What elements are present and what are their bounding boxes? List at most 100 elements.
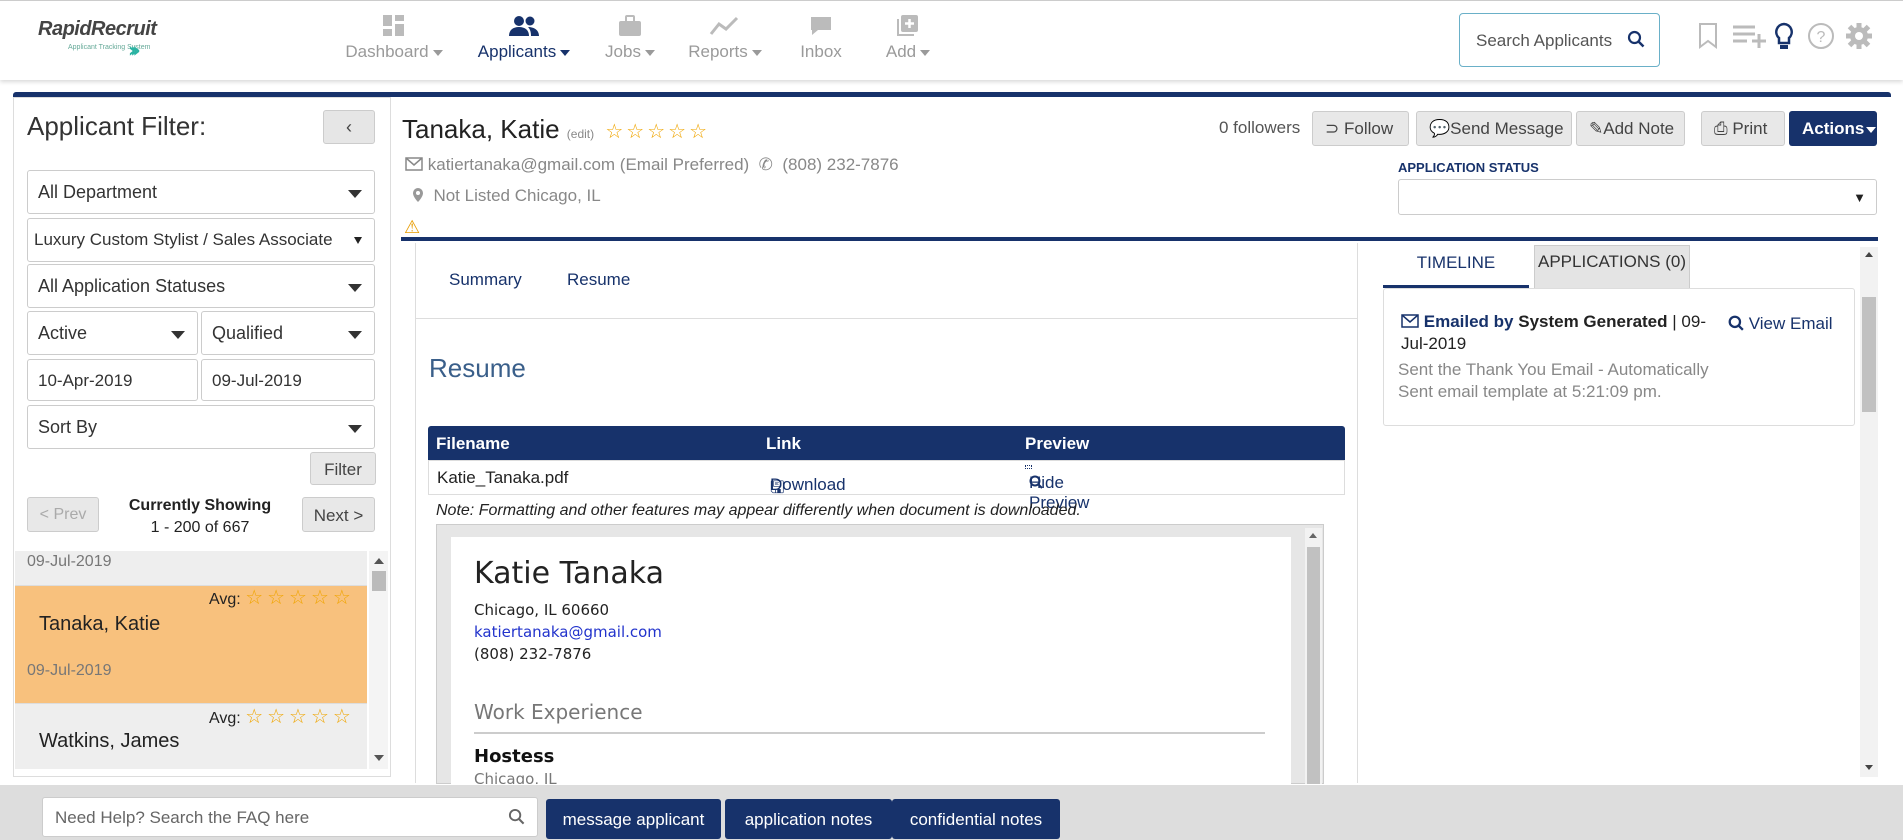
applicant-header: Tanaka, Katie (edit) ☆☆☆☆☆ — [402, 114, 710, 145]
star-rating[interactable]: ☆☆☆☆☆ — [245, 587, 355, 609]
logo-chevrons-icon: ››› — [128, 38, 141, 62]
list-item[interactable]: Avg: ☆☆☆☆☆ Watkins, James — [15, 705, 367, 769]
map-marker-icon — [412, 186, 424, 205]
nav-inbox-label: Inbox — [800, 42, 842, 61]
application-notes-button[interactable]: application notes — [725, 799, 892, 839]
comments-icon: 💬 — [1429, 119, 1451, 138]
message-applicant-button[interactable]: message applicant — [546, 799, 721, 839]
edit-name-link[interactable]: (edit) — [567, 127, 594, 141]
hide-preview-link[interactable]: Hide Preview — [1025, 465, 1089, 512]
job-select[interactable]: Luxury Custom Stylist / Sales Associate — [27, 218, 375, 262]
cv-name: Katie Tanaka — [474, 556, 664, 591]
next-page-button[interactable]: Next > — [302, 497, 375, 532]
tab-summary[interactable]: Summary — [449, 270, 522, 290]
preview-scrollbar[interactable] — [1305, 528, 1322, 784]
nav-jobs-label: Jobs — [605, 42, 641, 61]
nav-inbox[interactable]: Inbox — [797, 14, 845, 68]
printer-icon: ⎙ — [1714, 119, 1728, 138]
cv-city: Chicago, IL 60660 — [474, 601, 610, 619]
nav-dashboard[interactable]: Dashboard — [344, 14, 444, 68]
cv-section-heading: Work Experience — [474, 700, 643, 724]
search-icon[interactable] — [1627, 30, 1645, 53]
applicant-name: Watkins, James — [39, 730, 180, 752]
search-icon — [1728, 314, 1744, 333]
date-to-input[interactable]: 09-Jul-2019 — [201, 359, 375, 401]
prev-page-button[interactable]: < Prev — [27, 497, 99, 532]
job-value: Luxury Custom Stylist / Sales Associate — [34, 230, 333, 249]
faq-search-input[interactable]: Need Help? Search the FAQ here — [42, 797, 538, 837]
header-divider — [401, 237, 1878, 241]
view-email-link[interactable]: View Email — [1728, 314, 1833, 334]
nav-applicants[interactable]: Applicants — [474, 14, 574, 68]
department-select[interactable]: All Department — [27, 170, 375, 214]
sort-value: Sort By — [38, 417, 98, 437]
follow-button[interactable]: ⊃ Follow — [1312, 111, 1409, 146]
search-applicants-input[interactable]: Search Applicants — [1459, 13, 1660, 67]
star-rating[interactable]: ☆☆☆☆☆ — [245, 706, 355, 728]
list-item-selected[interactable]: Avg: ☆☆☆☆☆ Tanaka, Katie 09-Jul-2019 — [15, 586, 367, 704]
tab-resume[interactable]: Resume — [567, 270, 630, 290]
applicant-star-rating[interactable]: ☆☆☆☆☆ — [605, 121, 710, 143]
active-select[interactable]: Active — [27, 311, 198, 355]
filter-button[interactable]: Filter — [310, 452, 376, 485]
edit-icon: ✎ — [1589, 119, 1604, 138]
chevron-down-icon — [348, 331, 362, 339]
status-select[interactable]: All Application Statuses — [27, 264, 375, 308]
send-message-label: Send Message — [1450, 119, 1564, 138]
applicant-email[interactable]: katiertanaka@gmail.com (Email Preferred) — [428, 155, 749, 174]
col-link: Link — [766, 434, 801, 453]
chevron-down-icon — [348, 190, 362, 198]
application-status-select[interactable]: ▼ — [1398, 179, 1877, 215]
active-value: Active — [38, 323, 88, 343]
applicant-list-scrollbar[interactable] — [369, 551, 388, 769]
timeline-entry-body: Sent the Thank You Email - Automatically… — [1398, 360, 1709, 401]
collapse-panel-button[interactable]: ‹ — [323, 110, 375, 144]
resume-filename: Katie_Tanaka.pdf — [437, 468, 569, 487]
status-value: All Application Statuses — [38, 276, 226, 296]
actions-dropdown-button[interactable]: Actions — [1789, 111, 1877, 146]
showing-range: 1 - 200 of 667 — [150, 519, 250, 536]
help-icon[interactable]: ? — [1807, 22, 1835, 55]
gear-icon[interactable] — [1845, 22, 1873, 55]
chevron-down-icon — [644, 49, 655, 56]
location-info: Not Listed Chicago, IL — [412, 186, 601, 206]
rapidrecruit-logo[interactable]: RapidRecruit Applicant Tracking System ›… — [38, 18, 163, 62]
applicant-date: 09-Jul-2019 — [27, 662, 112, 679]
add-to-list-icon[interactable] — [1731, 22, 1767, 55]
bookmark-icon[interactable] — [1697, 22, 1719, 55]
right-panel-scrollbar[interactable] — [1860, 247, 1878, 777]
add-note-button[interactable]: ✎Add Note — [1576, 111, 1685, 146]
nav-add[interactable]: Add — [880, 14, 936, 68]
followers-count: 0 followers — [1219, 118, 1301, 137]
tab-timeline[interactable]: TIMELINE — [1383, 245, 1529, 288]
avg-rating: Avg: ☆☆☆☆☆ — [209, 585, 355, 610]
lightbulb-icon[interactable] — [1773, 22, 1795, 57]
chevron-down-icon: ▼ — [1853, 190, 1866, 205]
applicant-name: Tanaka, Katie — [39, 613, 161, 635]
warning-icon[interactable]: ⚠ — [404, 217, 420, 238]
chevron-down-icon — [348, 425, 362, 433]
list-item[interactable]: 09-Jul-2019 — [15, 551, 367, 586]
timeline-entry — [1383, 288, 1855, 426]
nav-reports[interactable]: Reports — [684, 14, 766, 68]
tab-applications[interactable]: APPLICATIONS (0) — [1534, 245, 1690, 288]
showing-label: Currently Showing — [128, 497, 272, 514]
send-message-button[interactable]: 💬Send Message — [1416, 111, 1572, 146]
applicant-date: 09-Jul-2019 — [27, 553, 112, 570]
search-icon[interactable] — [508, 808, 525, 830]
qualified-select[interactable]: Qualified — [201, 311, 375, 355]
dashboard-icon — [344, 14, 444, 42]
print-button[interactable]: ⎙ Print — [1701, 111, 1785, 146]
envelope-icon — [1401, 312, 1419, 331]
briefcase-icon — [598, 14, 662, 42]
resume-table-header: Filename Link Preview — [428, 426, 1345, 460]
nav-jobs[interactable]: Jobs — [598, 14, 662, 68]
add-note-label: Add Note — [1603, 119, 1675, 138]
sort-select[interactable]: Sort By — [27, 405, 375, 449]
confidential-notes-button[interactable]: confidential notes — [892, 799, 1060, 839]
col-filename: Filename — [436, 434, 510, 453]
cv-email[interactable]: katiertanaka@gmail.com — [474, 623, 662, 641]
date-from-input[interactable]: 10-Apr-2019 — [27, 359, 198, 401]
nav-dashboard-label: Dashboard — [345, 42, 429, 61]
follow-label: Follow — [1343, 119, 1394, 138]
